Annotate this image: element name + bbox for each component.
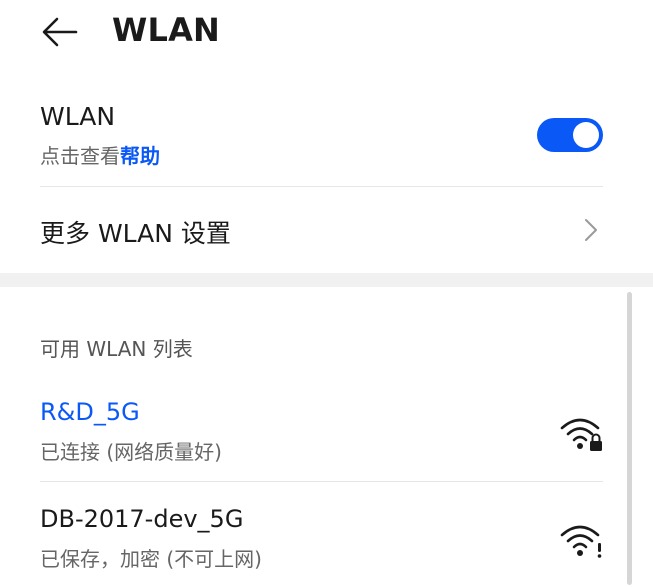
more-wlan-settings-label: 更多 WLAN 设置 (40, 219, 231, 248)
network-status: 已连接 (网络质量好) (40, 440, 222, 464)
network-row[interactable]: DB-2017-dev_5G 已保存，加密 (不可上网) (0, 495, 627, 587)
wifi-warning-icon (560, 525, 602, 558)
toggle-knob (573, 122, 599, 148)
network-row[interactable]: R&D_5G 已连接 (网络质量好) (0, 388, 627, 480)
network-name: DB-2017-dev_5G (40, 505, 244, 533)
network-status: 已保存，加密 (不可上网) (40, 547, 262, 571)
wlan-title: WLAN (40, 102, 116, 131)
wlan-toggle[interactable] (537, 118, 603, 152)
page-title: WLAN (112, 11, 221, 49)
divider (40, 481, 603, 482)
section-gap (0, 273, 653, 287)
back-button[interactable] (40, 14, 80, 50)
wlan-subtitle: 点击查看帮助 (40, 140, 160, 169)
available-wlan-section-title: 可用 WLAN 列表 (40, 337, 193, 361)
chevron-right-icon (585, 219, 597, 241)
wlan-subtitle-text: 点击查看 (40, 144, 120, 168)
scrollbar[interactable] (627, 292, 632, 585)
network-name: R&D_5G (40, 398, 140, 426)
help-link[interactable]: 帮助 (120, 144, 160, 168)
back-arrow-icon (42, 17, 78, 47)
wifi-lock-icon (560, 418, 602, 451)
header: WLAN (0, 0, 653, 66)
more-wlan-settings-row[interactable]: 更多 WLAN 设置 (0, 187, 653, 273)
